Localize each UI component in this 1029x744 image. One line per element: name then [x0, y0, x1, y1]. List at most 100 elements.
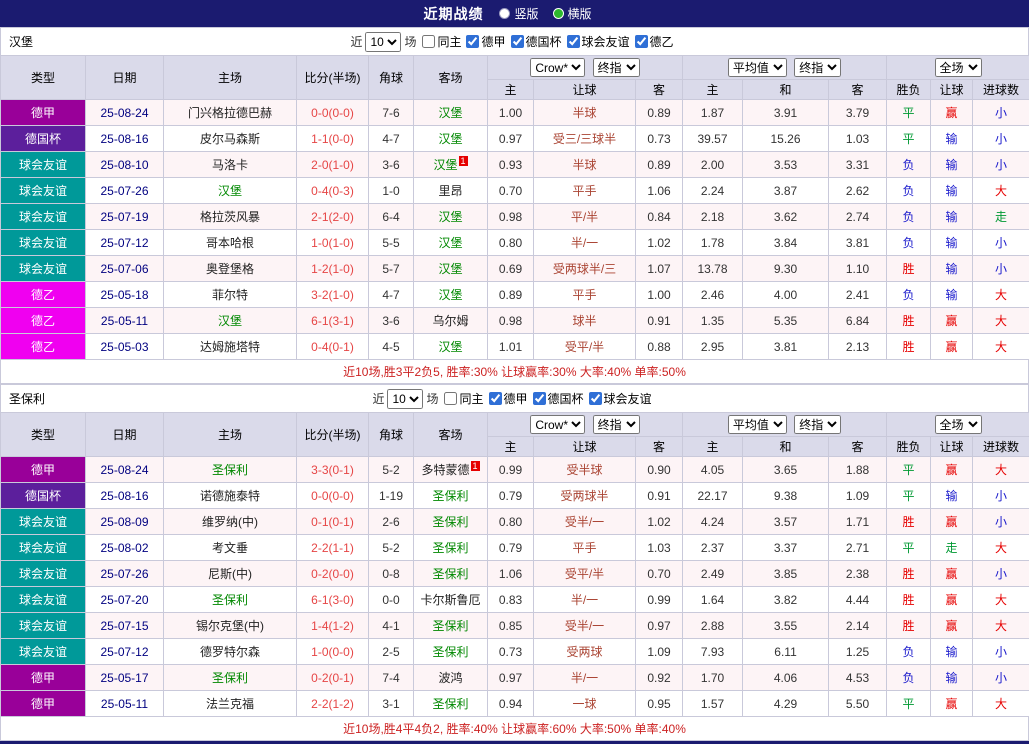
away-team[interactable]: 圣保利	[414, 483, 488, 509]
team-link[interactable]: 圣保利	[432, 567, 468, 581]
score[interactable]: 3-2(1-0)	[297, 282, 369, 308]
score[interactable]: 0-0(0-0)	[297, 483, 369, 509]
team-link[interactable]: 达姆施塔特	[200, 340, 260, 354]
odds-company-select[interactable]: Crow*	[530, 58, 585, 77]
team-link[interactable]: 圣保利	[432, 697, 468, 711]
away-team[interactable]: 汉堡	[414, 230, 488, 256]
filter-checkbox-德甲[interactable]: 德甲	[489, 390, 528, 407]
score[interactable]: 1-1(0-0)	[297, 126, 369, 152]
score[interactable]: 0-1(0-1)	[297, 509, 369, 535]
home-team[interactable]: 马洛卡	[164, 152, 297, 178]
score[interactable]: 2-1(2-0)	[297, 204, 369, 230]
score[interactable]: 0-4(0-3)	[297, 178, 369, 204]
team-link[interactable]: 汉堡	[218, 184, 242, 198]
score[interactable]: 0-2(0-1)	[297, 665, 369, 691]
team-link[interactable]: 汉堡	[438, 210, 462, 224]
away-team[interactable]: 里昂	[414, 178, 488, 204]
filter-checkbox-同主[interactable]: 同主	[444, 390, 483, 407]
team-link[interactable]: 圣保利	[212, 671, 248, 685]
home-team[interactable]: 菲尔特	[164, 282, 297, 308]
score[interactable]: 6-1(3-1)	[297, 308, 369, 334]
away-team[interactable]: 汉堡1	[414, 152, 488, 178]
score[interactable]: 3-3(0-1)	[297, 457, 369, 483]
filter-checkbox-德乙[interactable]: 德乙	[635, 33, 674, 50]
team-link[interactable]: 汉堡	[433, 158, 457, 172]
team-link[interactable]: 汉堡	[438, 236, 462, 250]
team-link[interactable]: 哥本哈根	[206, 236, 254, 250]
away-team[interactable]: 汉堡	[414, 204, 488, 230]
home-team[interactable]: 门兴格拉德巴赫	[164, 100, 297, 126]
score[interactable]: 1-2(1-0)	[297, 256, 369, 282]
home-team[interactable]: 德罗特尔森	[164, 639, 297, 665]
away-team[interactable]: 汉堡	[414, 100, 488, 126]
team-link[interactable]: 菲尔特	[212, 288, 248, 302]
team-link[interactable]: 圣保利	[212, 463, 248, 477]
team-link[interactable]: 马洛卡	[212, 158, 248, 172]
checkbox-德国杯[interactable]	[533, 392, 546, 405]
checkbox-德乙[interactable]	[635, 35, 648, 48]
team-link[interactable]: 门兴格拉德巴赫	[188, 106, 272, 120]
avg-company-select[interactable]: 平均值	[728, 415, 787, 434]
score[interactable]: 1-0(0-0)	[297, 639, 369, 665]
home-team[interactable]: 维罗纳(中)	[164, 509, 297, 535]
away-team[interactable]: 汉堡	[414, 282, 488, 308]
away-team[interactable]: 圣保利	[414, 691, 488, 717]
team-link[interactable]: 格拉茨风暴	[200, 210, 260, 224]
score[interactable]: 2-2(1-2)	[297, 691, 369, 717]
checkbox-球会友谊[interactable]	[567, 35, 580, 48]
radio-unselected-icon[interactable]	[499, 8, 510, 19]
home-team[interactable]: 圣保利	[164, 587, 297, 613]
team-link[interactable]: 锡尔克堡(中)	[196, 619, 264, 633]
score[interactable]: 0-4(0-1)	[297, 334, 369, 360]
odds-period-select[interactable]: 终指	[593, 58, 640, 77]
home-team[interactable]: 格拉茨风暴	[164, 204, 297, 230]
away-team[interactable]: 汉堡	[414, 334, 488, 360]
team-link[interactable]: 多特蒙德	[421, 463, 469, 477]
team-link[interactable]: 卡尔斯鲁厄	[420, 593, 480, 607]
team-link[interactable]: 诺德施泰特	[200, 489, 260, 503]
team-link[interactable]: 圣保利	[212, 593, 248, 607]
home-team[interactable]: 哥本哈根	[164, 230, 297, 256]
score[interactable]: 0-2(0-0)	[297, 561, 369, 587]
team-link[interactable]: 德罗特尔森	[200, 645, 260, 659]
team-link[interactable]: 汉堡	[438, 132, 462, 146]
team-link[interactable]: 尼斯(中)	[208, 567, 252, 581]
avg-company-select[interactable]: 平均值	[728, 58, 787, 77]
fulltime-select[interactable]: 全场	[935, 58, 982, 77]
team-link[interactable]: 圣保利	[432, 619, 468, 633]
checkbox-同主[interactable]	[422, 35, 435, 48]
team-link[interactable]: 圣保利	[432, 645, 468, 659]
home-team[interactable]: 圣保利	[164, 457, 297, 483]
team-link[interactable]: 法兰克福	[206, 697, 254, 711]
home-team[interactable]: 达姆施塔特	[164, 334, 297, 360]
filter-checkbox-德甲[interactable]: 德甲	[466, 33, 505, 50]
match-count-select[interactable]: 10	[387, 389, 423, 409]
home-team[interactable]: 法兰克福	[164, 691, 297, 717]
team-link[interactable]: 奥登堡格	[206, 262, 254, 276]
match-count-select[interactable]: 10	[365, 32, 401, 52]
team-link[interactable]: 汉堡	[218, 314, 242, 328]
team-link[interactable]: 圣保利	[432, 515, 468, 529]
checkbox-德甲[interactable]	[466, 35, 479, 48]
odds-company-select[interactable]: Crow*	[530, 415, 585, 434]
team-link[interactable]: 乌尔姆	[432, 314, 468, 328]
away-team[interactable]: 波鸿	[414, 665, 488, 691]
home-team[interactable]: 尼斯(中)	[164, 561, 297, 587]
team-link[interactable]: 维罗纳(中)	[202, 515, 258, 529]
radio-selected-icon[interactable]	[553, 8, 564, 19]
away-team[interactable]: 汉堡	[414, 256, 488, 282]
team-link[interactable]: 圣保利	[432, 541, 468, 555]
checkbox-球会友谊[interactable]	[589, 392, 602, 405]
away-team[interactable]: 卡尔斯鲁厄	[414, 587, 488, 613]
checkbox-德国杯[interactable]	[511, 35, 524, 48]
away-team[interactable]: 汉堡	[414, 126, 488, 152]
score[interactable]: 0-0(0-0)	[297, 100, 369, 126]
checkbox-德甲[interactable]	[489, 392, 502, 405]
home-team[interactable]: 汉堡	[164, 178, 297, 204]
odds-period-select[interactable]: 终指	[593, 415, 640, 434]
away-team[interactable]: 圣保利	[414, 613, 488, 639]
fulltime-select[interactable]: 全场	[935, 415, 982, 434]
team-link[interactable]: 考文垂	[212, 541, 248, 555]
layout-radio-竖版[interactable]: 竖版	[499, 5, 538, 22]
home-team[interactable]: 考文垂	[164, 535, 297, 561]
